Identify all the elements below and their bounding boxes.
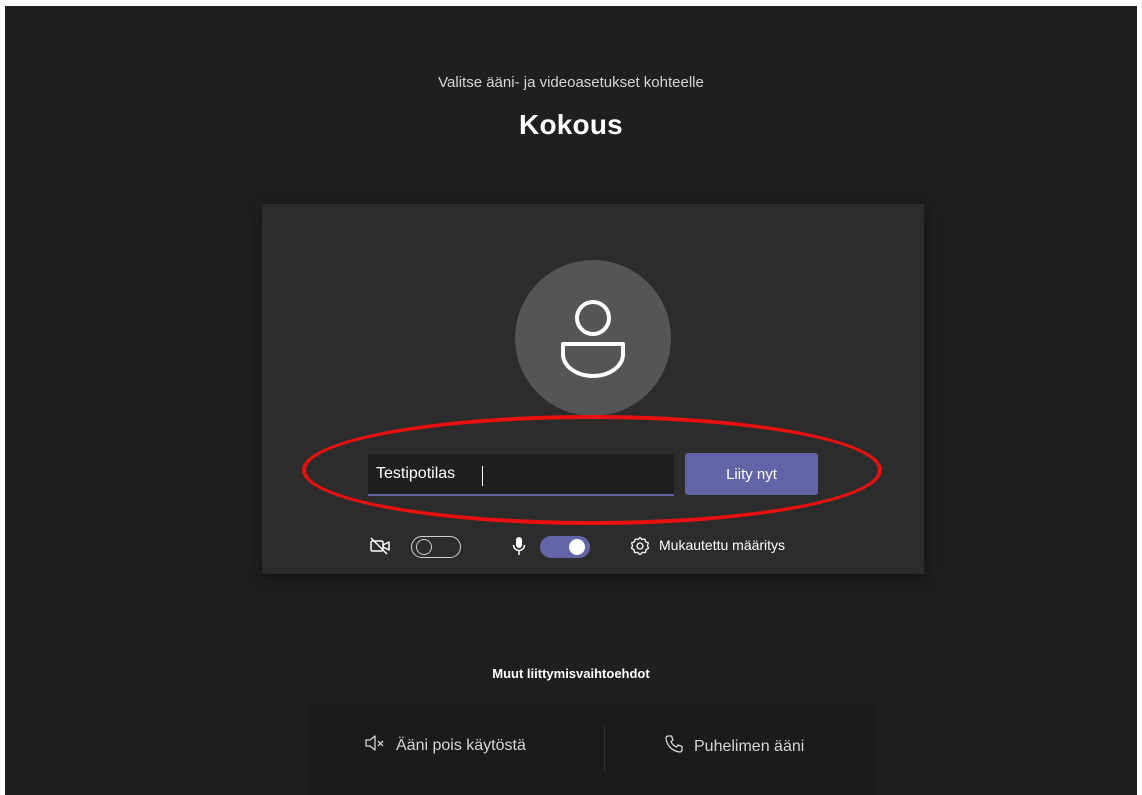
- phone-icon: [664, 734, 684, 759]
- camera-toggle[interactable]: [411, 536, 461, 558]
- custom-setup-label[interactable]: Mukautettu määritys: [659, 537, 785, 553]
- other-join-options-bar: Ääni pois käytöstä Puhelimen ääni: [309, 704, 875, 795]
- microphone-icon: [510, 535, 528, 557]
- avatar: [515, 260, 671, 416]
- gear-icon[interactable]: [628, 534, 652, 558]
- camera-off-icon: [368, 535, 392, 557]
- speaker-muted-icon: [364, 734, 386, 757]
- join-now-button[interactable]: Liity nyt: [685, 453, 818, 495]
- microphone-toggle[interactable]: [540, 536, 590, 558]
- prejoin-subtitle: Valitse ääni- ja videoasetukset kohteell…: [438, 74, 704, 91]
- prejoin-card: Liity nyt: [262, 204, 924, 574]
- meeting-title: Kokous: [519, 109, 623, 140]
- options-divider: [604, 726, 605, 772]
- device-controls: Mukautettu määritys: [262, 531, 924, 561]
- teams-prejoin-screen: Valitse ääni- ja videoasetukset kohteell…: [5, 6, 1137, 795]
- person-icon: [561, 300, 625, 378]
- text-caret: [482, 466, 483, 486]
- phone-audio-label: Puhelimen ääni: [694, 737, 805, 755]
- audio-off-option[interactable]: Ääni pois käytöstä: [364, 734, 526, 757]
- audio-off-label: Ääni pois käytöstä: [396, 736, 526, 754]
- phone-audio-option[interactable]: Puhelimen ääni: [664, 734, 804, 759]
- display-name-input[interactable]: [368, 454, 674, 496]
- other-join-options-heading: Muut liittymisvaihtoehdot: [492, 666, 650, 681]
